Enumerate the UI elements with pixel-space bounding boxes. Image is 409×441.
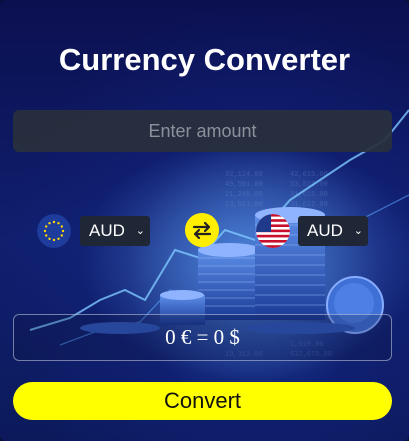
page-title: Currency Converter — [58, 42, 351, 77]
us-flag-icon — [256, 214, 290, 248]
svg-text:49,501.00: 49,501.00 — [225, 181, 263, 189]
chevron-down-icon: ⌄ — [353, 225, 363, 237]
eu-flag-icon — [37, 214, 71, 248]
svg-text:31,615.00: 31,615.00 — [290, 191, 328, 199]
from-currency-value: AUD — [89, 221, 125, 240]
svg-text:21,246.00: 21,246.00 — [225, 191, 263, 199]
convert-button[interactable]: Convert — [13, 382, 392, 420]
to-currency-select[interactable]: AUD ⌄ — [298, 216, 368, 246]
chevron-down-icon: ⌄ — [135, 225, 145, 237]
from-currency-select[interactable]: AUD ⌄ — [80, 216, 150, 246]
to-currency-value: AUD — [307, 221, 343, 240]
amount-input[interactable] — [13, 110, 392, 152]
conversion-result: 0 € = 0 $ — [13, 314, 392, 361]
svg-text:32,124.00: 32,124.00 — [225, 171, 263, 179]
svg-text:13,511.00: 13,511.00 — [225, 201, 263, 209]
swap-arrows-icon[interactable] — [185, 213, 219, 247]
converter-card: 32,124.00 42,615.00 49,501.00 33,512.00 21… — [0, 0, 409, 441]
